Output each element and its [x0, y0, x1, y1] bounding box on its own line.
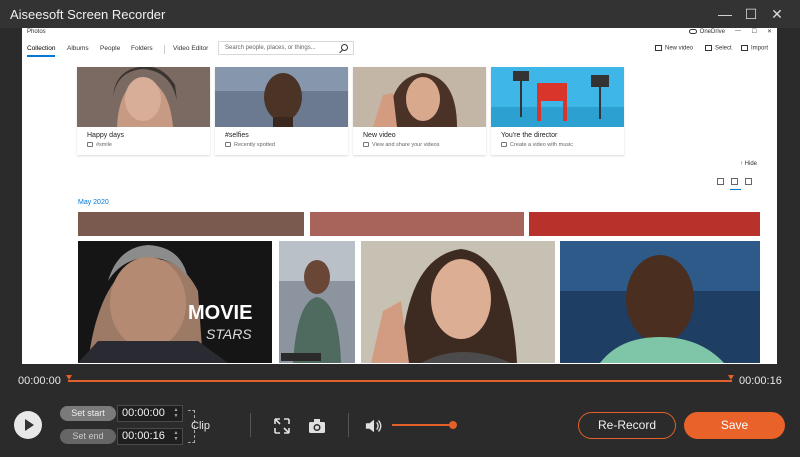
card-thumbnail [77, 67, 210, 127]
view-medium-icon [730, 178, 741, 190]
maximize-button[interactable]: ☐ [740, 4, 762, 24]
minimize-button[interactable]: — [714, 4, 736, 24]
search-icon [341, 44, 348, 51]
speaker-icon[interactable] [365, 417, 383, 435]
save-button[interactable]: Save [684, 412, 785, 439]
end-time-input[interactable]: 00:00:16 ▲ ▼ [117, 428, 183, 445]
tab-people: People [100, 45, 121, 52]
tab-albums: Albums [67, 45, 89, 52]
select-icon [705, 45, 712, 51]
card-thumbnail [491, 67, 624, 127]
time-current: 00:00:00 [18, 375, 61, 387]
onedrive-label: OneDrive [699, 29, 725, 36]
month-heading: May 2020 [78, 199, 109, 206]
tab-folders: Folders [131, 45, 153, 52]
controls-divider [250, 413, 251, 437]
start-time-input[interactable]: 00:00:00 ▲ ▼ [117, 405, 183, 422]
window-title: Aiseesoft Screen Recorder [10, 7, 166, 22]
volume-knob[interactable] [449, 421, 457, 429]
card-title: New video [363, 132, 396, 139]
photo-strip-1 [78, 212, 304, 236]
nav-divider [164, 45, 165, 54]
volume-slider[interactable] [392, 424, 454, 426]
end-time-value: 00:00:16 [122, 430, 165, 442]
cloud-icon [688, 29, 697, 34]
progress-track[interactable] [68, 380, 732, 382]
card-title: You're the director [501, 132, 558, 139]
video-icon [363, 142, 369, 148]
select-action: Select [705, 45, 732, 52]
tab-collection: Collection [27, 45, 56, 52]
card-new-video: New video View and share your videos [353, 67, 486, 155]
recording-preview: Photos OneDrive — ☐ ✕ Collection Albums … [22, 28, 777, 364]
play-button[interactable] [14, 411, 42, 439]
photos-search-input: Search people, places, or things... [218, 41, 354, 55]
card-title: #selfies [225, 132, 249, 139]
start-time-stepper[interactable]: ▲ ▼ [172, 407, 180, 420]
card-subtitle: #smile [87, 142, 112, 148]
stars-text: STARS [206, 326, 252, 342]
start-time-value: 00:00:00 [122, 407, 165, 419]
camera-icon[interactable] [308, 417, 326, 435]
photo-actress-green [279, 241, 355, 363]
search-placeholder: Search people, places, or things... [225, 45, 316, 51]
clip-button[interactable]: Clip [191, 420, 210, 432]
card-subtitle: Create a video with music [501, 142, 573, 148]
view-small-icon [745, 178, 752, 185]
new-video-label: New video [665, 45, 694, 52]
card-thumbnail [353, 67, 486, 127]
tab-video-editor: Video Editor [173, 45, 209, 52]
photo-strip-3 [529, 212, 760, 236]
card-happy-days: Happy days #smile [77, 67, 210, 155]
photos-close-icon: ✕ [766, 29, 772, 35]
import-icon [741, 45, 748, 51]
view-mode-switcher [717, 178, 757, 190]
hide-toggle: ↑ Hide [739, 161, 757, 167]
photo-strip-2 [310, 212, 524, 236]
end-time-stepper[interactable]: ▲ ▼ [172, 430, 180, 443]
trim-end-handle[interactable] [728, 375, 734, 380]
movie-text: MOVIE [188, 302, 252, 324]
select-label: Select [715, 45, 732, 52]
music-icon [501, 142, 507, 148]
card-subtitle: View and share your videos [363, 142, 439, 148]
new-video-action: New video [655, 45, 693, 52]
smile-icon [87, 142, 93, 148]
spotted-icon [225, 142, 231, 148]
photo-movie-stars: MOVIE STARS [78, 241, 272, 363]
controls-divider [348, 413, 349, 437]
photo-man-smile [560, 241, 760, 363]
card-thumbnail [215, 67, 348, 127]
active-tab-indicator [27, 55, 55, 57]
re-record-button[interactable]: Re-Record [578, 412, 676, 439]
expand-icon[interactable] [273, 417, 291, 435]
close-button[interactable]: ✕ [766, 4, 788, 24]
photos-maximize-icon: ☐ [751, 29, 757, 35]
card-selfies: #selfies Recently spotted [215, 67, 348, 155]
import-label: Import [751, 45, 769, 52]
hide-label: Hide [744, 161, 757, 167]
card-title: Happy days [87, 132, 124, 139]
set-end-button[interactable]: Set end [60, 429, 116, 444]
title-bar: Aiseesoft Screen Recorder — ☐ ✕ [0, 0, 800, 28]
photo-woman-wave [361, 241, 555, 363]
card-director: You're the director Create a video with … [491, 67, 624, 155]
time-total: 00:00:16 [739, 375, 782, 387]
import-action: Import [741, 45, 768, 52]
photos-app-title: Photos [27, 29, 46, 35]
set-start-button[interactable]: Set start [60, 406, 116, 421]
card-subtitle: Recently spotted [225, 142, 275, 148]
onedrive-status: OneDrive [688, 29, 725, 36]
new-video-icon [655, 45, 662, 51]
photos-minimize-icon: — [735, 28, 741, 34]
view-large-icon [717, 178, 724, 185]
